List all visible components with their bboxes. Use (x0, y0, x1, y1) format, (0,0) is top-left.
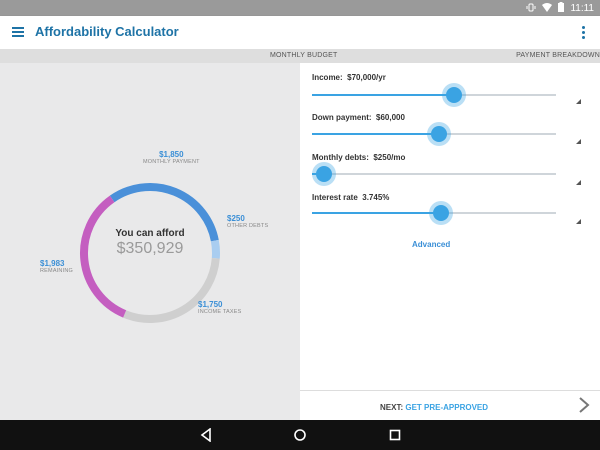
down-payment-slider-thumb[interactable] (430, 126, 447, 142)
monthly-debts-field: Monthly debts: $250/mo (312, 153, 592, 185)
advanced-link[interactable]: Advanced (412, 240, 450, 249)
interest-rate-value: 3.745% (362, 193, 390, 202)
segment-caption: OTHER DEBTS (227, 223, 269, 229)
segment-caption: MONTHLY PAYMENT (143, 159, 200, 165)
income-slider[interactable] (312, 87, 556, 103)
page-title: Affordability Calculator (35, 24, 179, 39)
monthly-debts-slider[interactable] (312, 166, 556, 182)
segment-caption: INCOME TAXES (198, 309, 242, 315)
next-step-bar: NEXT: GET PRE-APPROVED (300, 390, 600, 421)
monthly-debts-slider-thumb[interactable] (316, 166, 333, 182)
afford-amount: $350,929 (116, 240, 184, 257)
afford-label: You can afford (115, 228, 185, 239)
segment-label-monthly-payment: $1,850 MONTHLY PAYMENT (143, 151, 200, 166)
monthly-debts-label: Monthly debts: $250/mo (312, 153, 406, 162)
segment-label-other-debts: $250 OTHER DEBTS (227, 215, 268, 230)
tab-monthly-budget[interactable]: MONTHLY BUDGET (270, 52, 338, 59)
get-preapproved-link[interactable]: GET PRE-APPROVED (405, 403, 488, 412)
interest-rate-slider-thumb[interactable] (433, 205, 450, 221)
segment-label-income-taxes: $1,750 INCOME TAXES (198, 301, 241, 316)
tab-bar: MONTHLY BUDGET PAYMENT BREAKDOWN (0, 49, 600, 63)
segment-caption: REMAINING (40, 268, 73, 274)
expand-corner-icon (576, 139, 581, 144)
back-icon[interactable] (200, 427, 212, 447)
tab-payment-breakdown[interactable]: PAYMENT BREAKDOWN (516, 52, 600, 59)
expand-corner-icon (576, 219, 581, 224)
down-payment-value: $60,000 (376, 113, 405, 122)
income-field: Income: $70,000/yr (312, 73, 592, 104)
segment-label-remaining: $1,983 REMAINING (40, 260, 73, 275)
overflow-menu-icon[interactable] (582, 26, 586, 40)
next-prefix: NEXT: (380, 403, 404, 412)
vibrate-icon (526, 3, 536, 14)
system-nav-bar (0, 420, 600, 450)
expand-corner-icon (576, 180, 581, 185)
home-icon[interactable] (293, 428, 307, 447)
status-icons: 11:11 (526, 2, 594, 14)
menu-icon[interactable] (12, 27, 24, 37)
segment-amount: $1,983 (40, 259, 65, 268)
income-label: Income: $70,000/yr (312, 73, 386, 82)
recents-icon[interactable] (389, 428, 401, 447)
budget-inputs-panel: Income: $70,000/yr Down payment: $60,000… (300, 63, 600, 390)
status-bar: 11:11 (0, 0, 600, 16)
monthly-debts-value: $250/mo (373, 153, 406, 162)
donut-segment-other-debts (210, 239, 220, 259)
battery-icon (558, 2, 565, 14)
interest-rate-field: Interest rate 3.745% (312, 193, 592, 224)
clock-text: 11:11 (570, 2, 594, 14)
segment-amount: $250 (227, 214, 245, 223)
down-payment-slider[interactable] (312, 126, 556, 142)
income-slider-thumb[interactable] (445, 87, 462, 103)
chevron-right-icon[interactable] (578, 397, 590, 413)
interest-rate-slider[interactable] (312, 205, 556, 221)
affordability-summary: You can afford $350,929 $1,850 MONTHLY P… (0, 63, 300, 420)
down-payment-label: Down payment: $60,000 (312, 113, 405, 122)
segment-amount: $1,850 (159, 150, 184, 159)
income-value: $70,000/yr (347, 73, 386, 82)
next-get-preapproved-button[interactable]: NEXT: GET PRE-APPROVED (380, 403, 488, 412)
down-payment-field: Down payment: $60,000 (312, 113, 592, 144)
segment-amount: $1,750 (198, 300, 223, 309)
expand-corner-icon (576, 99, 581, 104)
interest-rate-label: Interest rate 3.745% (312, 193, 390, 202)
wifi-icon (542, 2, 553, 14)
app-bar: Affordability Calculator (0, 16, 600, 49)
